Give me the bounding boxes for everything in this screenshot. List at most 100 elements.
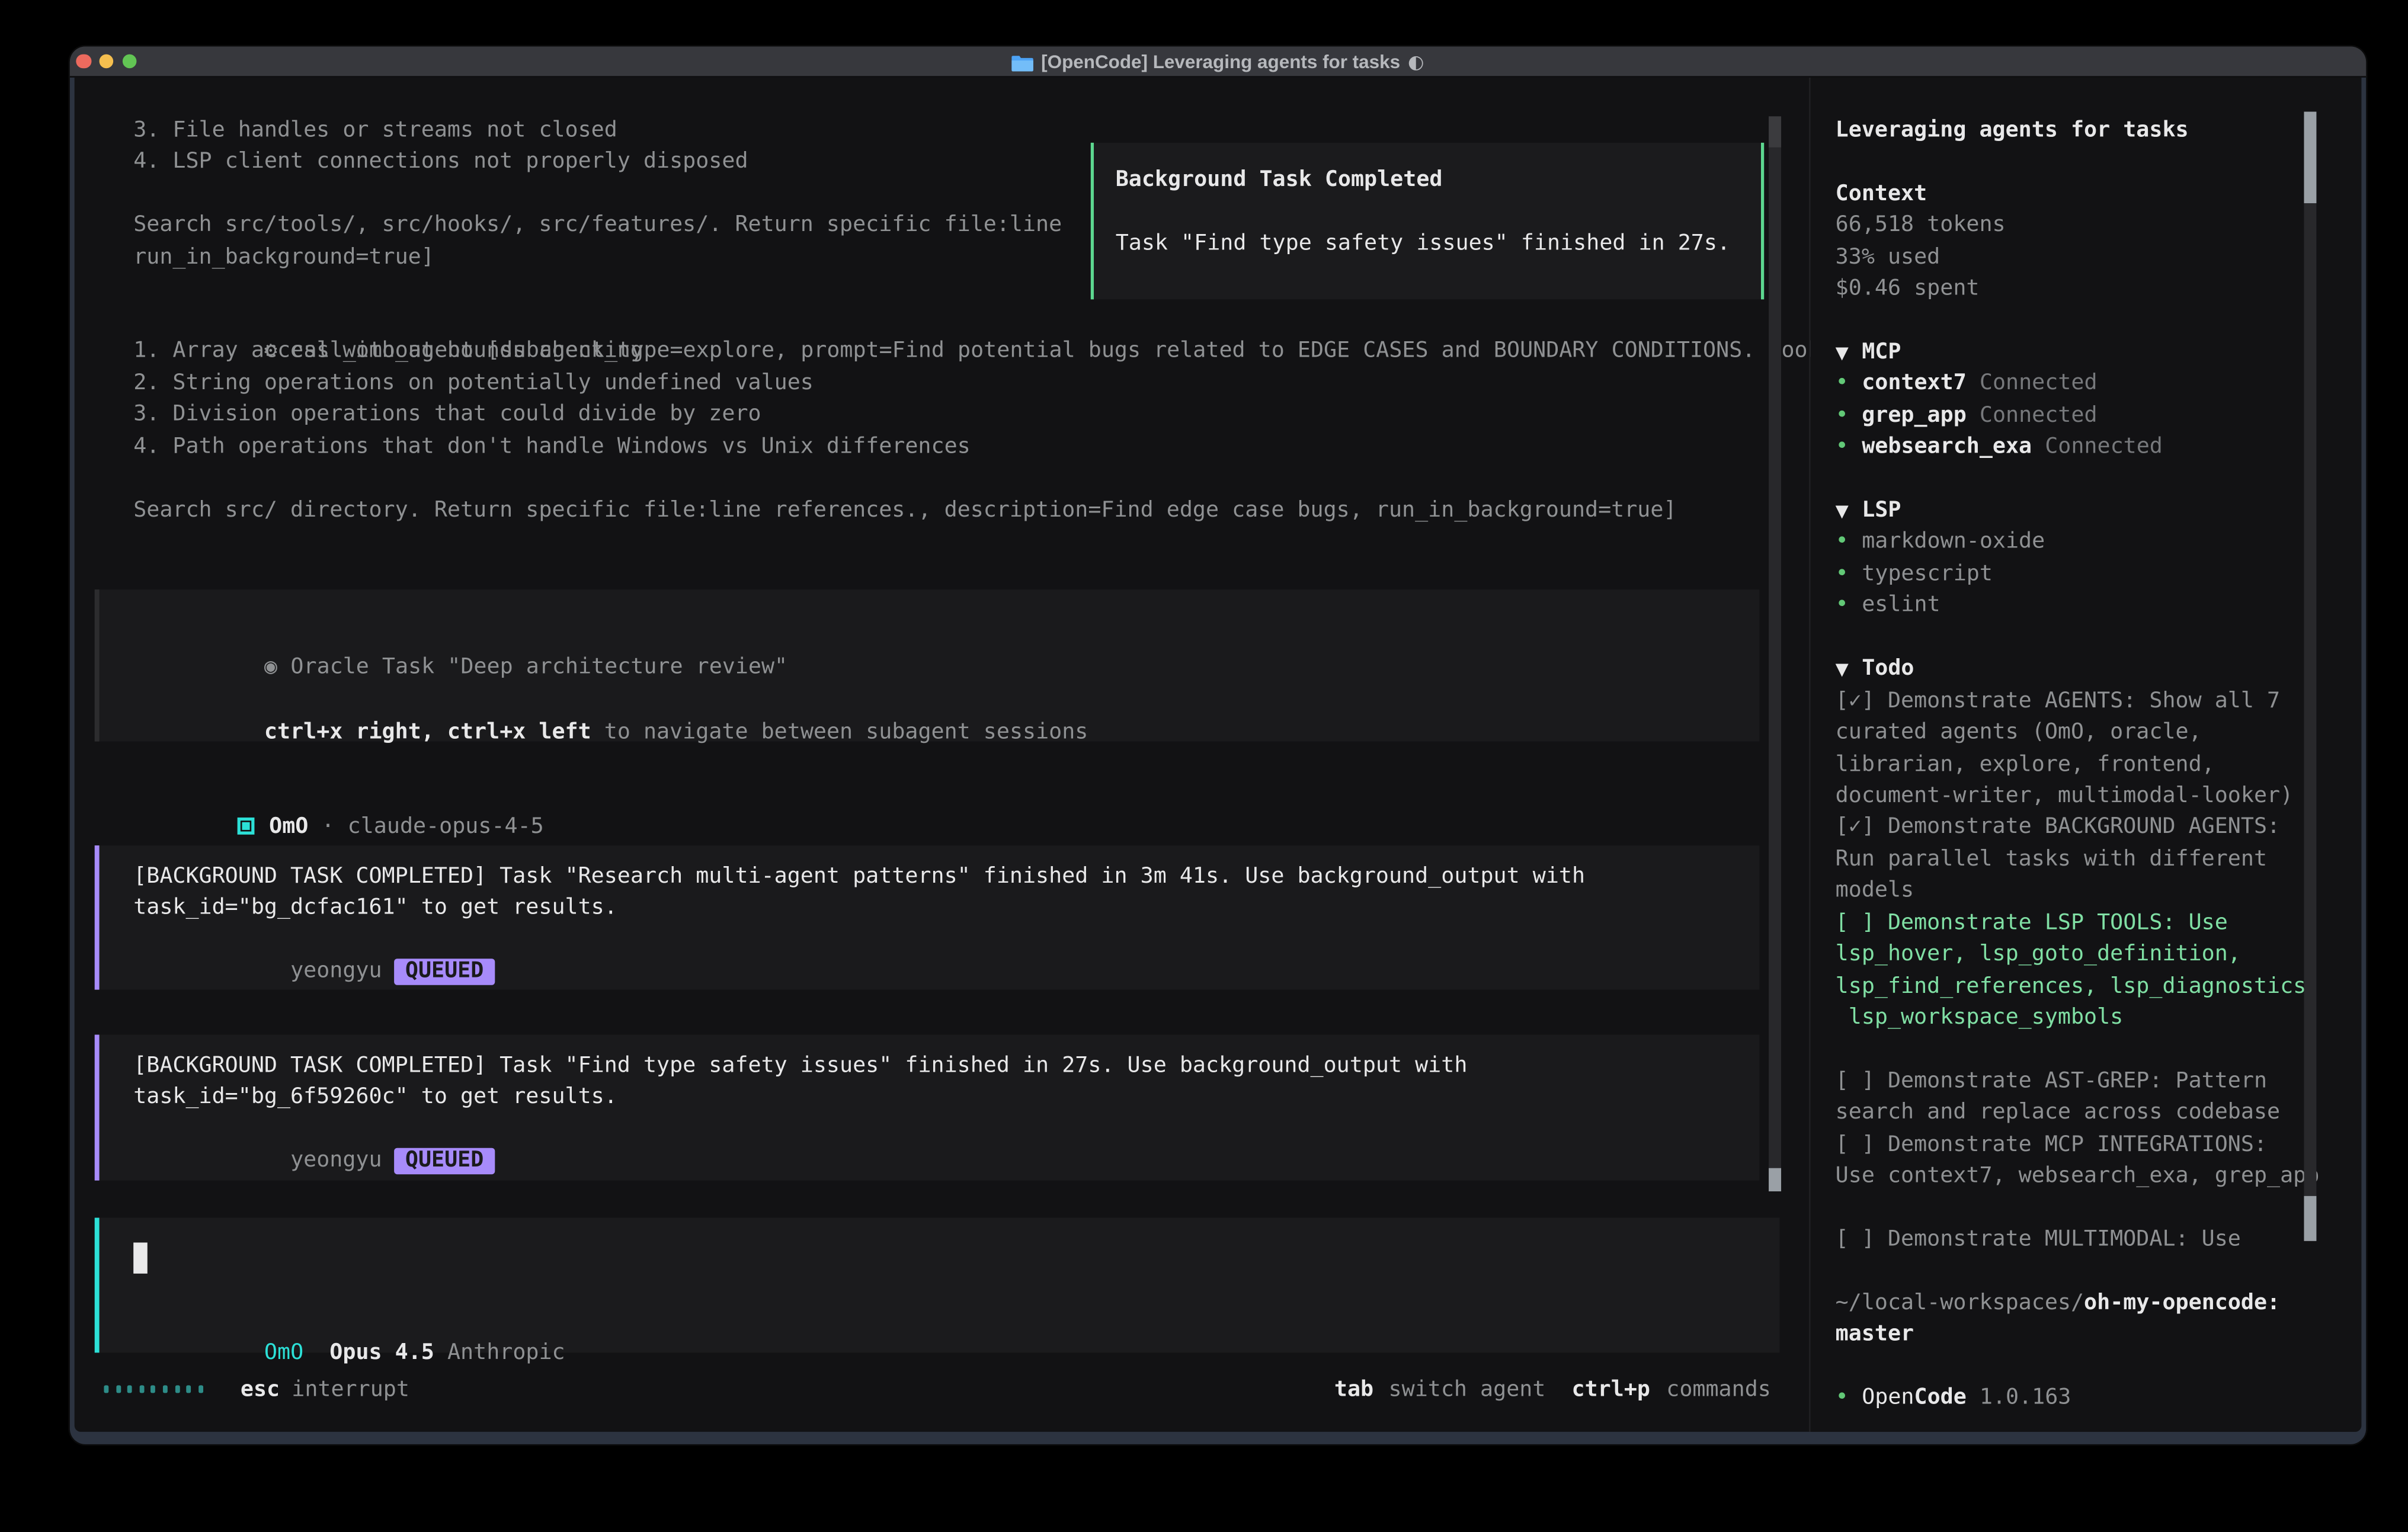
notification-toast[interactable]: Background Task Completed Task "Find typ… <box>1091 143 1764 299</box>
main-scrollbar-cap <box>1769 116 1781 147</box>
status-bar: esc interrupt tab switch agent ctrl+p co… <box>75 1377 1809 1404</box>
mcp-name: context7 <box>1862 371 1967 396</box>
workspace-info: ~/local-workspaces/oh-my-opencode: maste… <box>1836 1287 2351 1351</box>
todo-item: [✓] Demonstrate AGENTS: Show all 7 curat… <box>1836 685 2351 812</box>
chevron-down-icon: ▼ <box>1836 338 1862 368</box>
lsp-name: eslint <box>1862 593 1940 618</box>
lsp-section-header[interactable]: ▼LSP <box>1836 495 2351 527</box>
status-badge: QUEUED <box>395 959 495 985</box>
chevron-down-icon: ▼ <box>1836 655 1862 685</box>
todo-section-header[interactable]: ▼Todo <box>1836 653 2351 685</box>
background-task-card: [BACKGROUND TASK COMPLETED] Task "Resear… <box>95 845 1760 990</box>
todo-item: [ ] Demonstrate AST-GREP: Pattern search… <box>1836 1066 2351 1129</box>
todo-line: [ ] Demonstrate MCP INTEGRATIONS: <box>1836 1129 2351 1161</box>
chevron-down-icon: ▼ <box>1836 496 1862 527</box>
prompt-input[interactable]: OmO Opus 4.5 Anthropic <box>95 1218 1780 1353</box>
todo-line: [ ] Demonstrate AST-GREP: Pattern <box>1836 1066 2351 1098</box>
task-message-line: task_id="bg_6f59260c" to get results. <box>133 1081 1467 1113</box>
scrollback-line: 3. File handles or streams not closed <box>133 114 1062 146</box>
terminal-window: [OpenCode] Leveraging agents for tasks ◐… <box>70 47 2366 1444</box>
half-moon-icon: ◐ <box>1408 53 1424 71</box>
bullet-icon: • <box>1836 558 1862 590</box>
todo-heading: Todo <box>1862 656 1914 681</box>
bullet-icon: • <box>1836 1383 1862 1415</box>
todo-line: lsp_hover, lsp_goto_definition, <box>1836 939 2351 971</box>
task-user: yeongyu <box>290 1148 382 1172</box>
bullet-icon: • <box>1836 368 1862 400</box>
tool-call-line <box>133 463 1873 495</box>
task-message-line: [BACKGROUND TASK COMPLETED] Task "Resear… <box>133 860 1585 892</box>
sidebar-scrollbar-thumb[interactable] <box>2304 112 2316 203</box>
lsp-heading: LSP <box>1862 498 1901 523</box>
sidebar-scrollbar-thumb-bottom[interactable] <box>2304 1196 2316 1241</box>
todo-item: [ ] Demonstrate MCP INTEGRATIONS: Use co… <box>1836 1129 2351 1193</box>
todo-line: models <box>1836 876 2351 908</box>
task-message-line: [BACKGROUND TASK COMPLETED] Task "Find t… <box>133 1050 1467 1082</box>
folder-icon <box>1011 53 1033 70</box>
tool-call-line: 2. String operations on potentially unde… <box>133 367 1873 399</box>
esc-key-hint: esc <box>241 1377 280 1404</box>
session-sidebar: Leveraging agents for tasks Context 66,5… <box>1811 78 2362 1432</box>
tool-call-output: ⚙call_omo_agent [subagent_type=explore, … <box>133 304 1873 526</box>
lsp-name: markdown-oxide <box>1862 530 2045 555</box>
mcp-name: grep_app <box>1862 403 1967 428</box>
todo-line: lsp_find_references, lsp_diagnostics, <box>1836 970 2351 1002</box>
main-scrollbar-thumb[interactable] <box>1769 1168 1781 1191</box>
mcp-status: Connected <box>1980 371 2098 396</box>
mcp-heading: MCP <box>1862 339 1901 364</box>
window-title-text: [OpenCode] Leveraging agents for tasks <box>1041 51 1400 73</box>
desktop: [OpenCode] Leveraging agents for tasks ◐… <box>0 0 2408 1532</box>
agent-name: OmO <box>269 815 308 840</box>
lsp-name: typescript <box>1862 562 1993 586</box>
mcp-item: •grep_app Connected <box>1836 400 2351 432</box>
agent-header: OmO · claude-opus-4-5 <box>133 780 544 812</box>
app-version: 1.0.163 <box>1980 1386 2071 1411</box>
mcp-item: •websearch_exa Connected <box>1836 431 2351 463</box>
workspace-repo: oh-my-opencode: <box>2084 1291 2280 1316</box>
scrollback-line: Search src/tools/, src/hooks/, src/featu… <box>133 210 1062 242</box>
sidebar-scrollbar-track[interactable] <box>2304 112 2316 1241</box>
tool-call-line: 3. Division operations that could divide… <box>133 399 1873 431</box>
dot-separator: · <box>321 815 334 840</box>
bullet-icon: • <box>1836 431 1862 463</box>
workspace-branch: master <box>1836 1319 2351 1351</box>
mcp-status: Connected <box>2045 435 2163 460</box>
scrollback-top: 3. File handles or streams not closed 4.… <box>133 114 1062 273</box>
scrollback-line: 4. LSP client connections not properly d… <box>133 146 1062 178</box>
oracle-task-title: Oracle Task "Deep architecture review" <box>290 655 787 680</box>
tool-call-line: 4. Path operations that don't handle Win… <box>133 431 1873 463</box>
model-row: OmO Opus 4.5 Anthropic <box>133 1306 565 1338</box>
lsp-item: •eslint <box>1836 590 2351 622</box>
app-name-bold: Code <box>1914 1386 1966 1411</box>
window-titlebar[interactable]: [OpenCode] Leveraging agents for tasks ◐ <box>70 47 2366 78</box>
scrollback-line: run_in_background=true] <box>133 241 1062 273</box>
app-name: Open <box>1862 1386 1914 1411</box>
context-tokens: 66,518 tokens <box>1836 210 2351 242</box>
agent-icon <box>238 818 255 835</box>
lsp-item: •markdown-oxide <box>1836 527 2351 559</box>
input-model-name: Opus 4.5 <box>329 1341 434 1366</box>
todo-line: document-writer, multimodal-looker) <box>1836 780 2351 812</box>
todo-line: Use context7, websearch_exa, grep_app <box>1836 1161 2351 1193</box>
mcp-status: Connected <box>1980 403 2098 428</box>
todo-item-active: [ ] Demonstrate LSP TOOLS: Use lsp_hover… <box>1836 907 2351 1034</box>
todo-line: [ ] Demonstrate MULTIMODAL: Use <box>1836 1224 2351 1256</box>
todo-line: search and replace across codebase <box>1836 1097 2351 1129</box>
todo-line: [✓] Demonstrate AGENTS: Show all 7 <box>1836 685 2351 717</box>
tool-call-line: Search src/ directory. Return specific f… <box>133 494 1873 526</box>
oracle-task-block: ◉Oracle Task "Deep architecture review" … <box>95 589 1760 742</box>
input-agent-name: OmO <box>264 1341 303 1366</box>
main-scrollbar-track[interactable] <box>1769 116 1781 1191</box>
terminal-content: 3. File handles or streams not closed 4.… <box>75 78 2362 1432</box>
esc-key-label: interrupt <box>292 1377 409 1404</box>
todo-line: lsp_workspace_symbols <box>1836 1002 2351 1034</box>
background-task-card: [BACKGROUND TASK COMPLETED] Task "Find t… <box>95 1035 1760 1181</box>
agent-model: claude-opus-4-5 <box>348 815 544 840</box>
mcp-section-header[interactable]: ▼MCP <box>1836 336 2351 368</box>
lsp-item: •typescript <box>1836 558 2351 590</box>
task-message-line: task_id="bg_dcfac161" to get results. <box>133 892 1585 924</box>
oracle-hint-keys: ctrl+x right, ctrl+x left <box>264 720 591 745</box>
bullet-icon: • <box>1836 527 1862 559</box>
todo-item: [ ] Demonstrate MULTIMODAL: Use <box>1836 1224 2351 1256</box>
agent-separator <box>308 815 321 840</box>
